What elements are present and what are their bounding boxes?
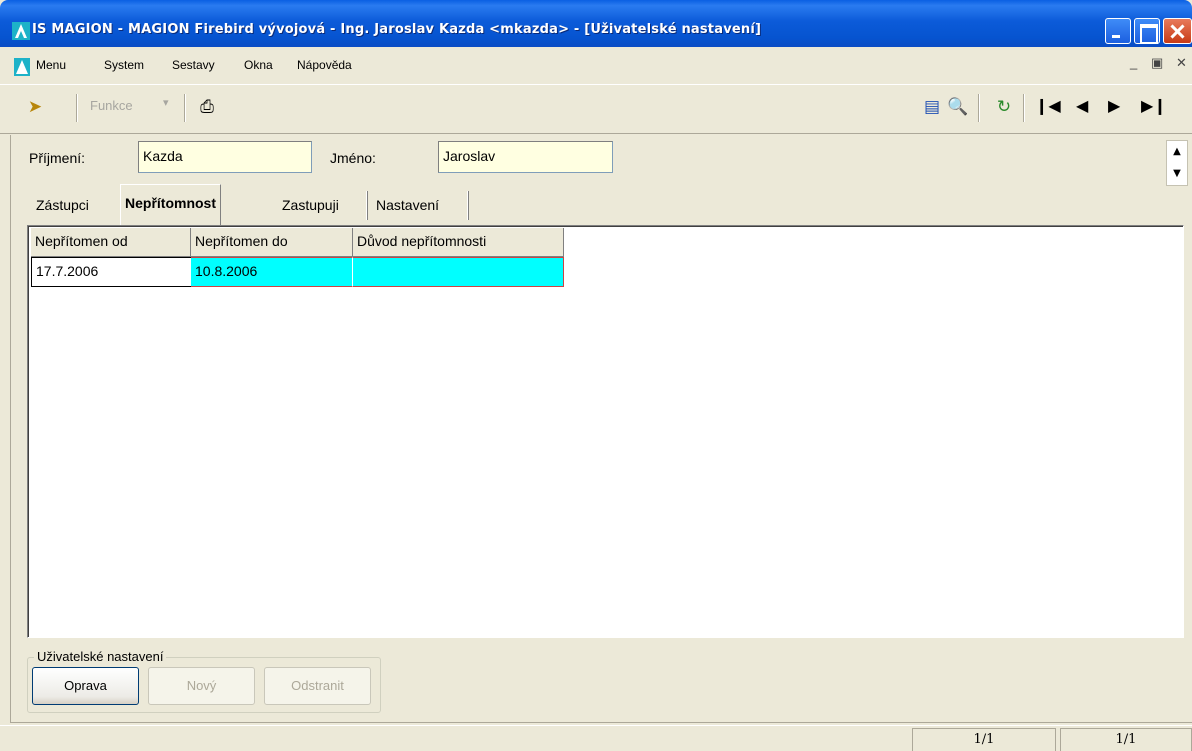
status-record-count: 1/1: [912, 728, 1056, 751]
window-title: IS MAGION - MAGION Firebird vývojová - I…: [32, 22, 762, 37]
column-header-from[interactable]: Nepřítomen od: [31, 228, 191, 257]
grid-cell-reason[interactable]: [353, 257, 564, 287]
refresh-icon[interactable]: ↻: [993, 96, 1015, 118]
menu-item-okna[interactable]: Okna: [244, 58, 273, 72]
funkce-dropdown[interactable]: Funkce: [90, 98, 133, 113]
tab-nastaveni[interactable]: Nastavení: [372, 189, 443, 223]
tab-zastupuji[interactable]: Zastupuji: [278, 189, 343, 223]
last-record-icon[interactable]: ▶❙: [1141, 95, 1167, 117]
first-record-icon[interactable]: ❙◀: [1035, 95, 1061, 117]
minimize-button[interactable]: [1105, 18, 1131, 44]
toolbar-separator: [1023, 94, 1025, 122]
new-button[interactable]: Nový: [148, 667, 255, 705]
mdi-restore-icon[interactable]: ▣: [1151, 55, 1163, 71]
exit-door-icon[interactable]: ➤: [24, 96, 46, 118]
name-label: Jméno:: [330, 150, 376, 166]
tab-zastupci[interactable]: Zástupci: [32, 189, 93, 223]
chevron-down-icon[interactable]: ▾: [163, 96, 169, 109]
scroll-down-icon[interactable]: ▼: [1167, 163, 1187, 185]
toolbar-separator: [76, 94, 78, 122]
group-title: Uživatelské nastavení: [34, 649, 167, 664]
next-record-icon[interactable]: ▶: [1108, 95, 1120, 117]
tab-divider: [366, 191, 368, 220]
name-field[interactable]: Jaroslav: [438, 141, 613, 173]
grid-cell-from[interactable]: 17.7.2006: [31, 257, 191, 287]
menu-item-napoveda[interactable]: Nápověda: [297, 58, 352, 72]
tab-divider: [467, 191, 469, 220]
mdi-logo-icon[interactable]: [14, 58, 30, 76]
mdi-close-icon[interactable]: ✕: [1176, 55, 1187, 71]
column-header-to[interactable]: Nepřítomen do: [191, 228, 353, 257]
menu-item-menu[interactable]: Menu: [36, 58, 66, 72]
toolbar-separator: [184, 94, 186, 122]
tab-nepritomnost[interactable]: Nepřítomnost: [120, 184, 221, 225]
column-header-reason[interactable]: Důvod nepřítomnosti: [353, 228, 564, 257]
menu-item-sestavy[interactable]: Sestavy: [172, 58, 215, 72]
status-page-count: 1/1: [1060, 728, 1192, 751]
surname-label: Příjmení:: [29, 150, 86, 166]
close-button[interactable]: [1163, 18, 1192, 44]
grid-cell-to[interactable]: 10.8.2006: [191, 257, 353, 287]
grid-view-icon[interactable]: ▤: [921, 96, 943, 118]
search-icon[interactable]: 🔍: [947, 96, 969, 118]
delete-button[interactable]: Odstranit: [264, 667, 371, 705]
mdi-minimize-icon[interactable]: _: [1130, 55, 1137, 70]
header-scroll[interactable]: ▲ ▼: [1166, 140, 1188, 186]
app-logo-icon: [12, 22, 30, 40]
print-icon[interactable]: ⎙: [196, 96, 218, 118]
edit-button[interactable]: Oprava: [32, 667, 139, 705]
toolbar-separator: [978, 94, 980, 122]
menu-item-system[interactable]: System: [104, 58, 144, 72]
surname-field[interactable]: Kazda: [138, 141, 312, 173]
previous-record-icon[interactable]: ◀: [1076, 95, 1088, 117]
maximize-button[interactable]: [1134, 18, 1160, 44]
scroll-up-icon[interactable]: ▲: [1167, 141, 1187, 163]
